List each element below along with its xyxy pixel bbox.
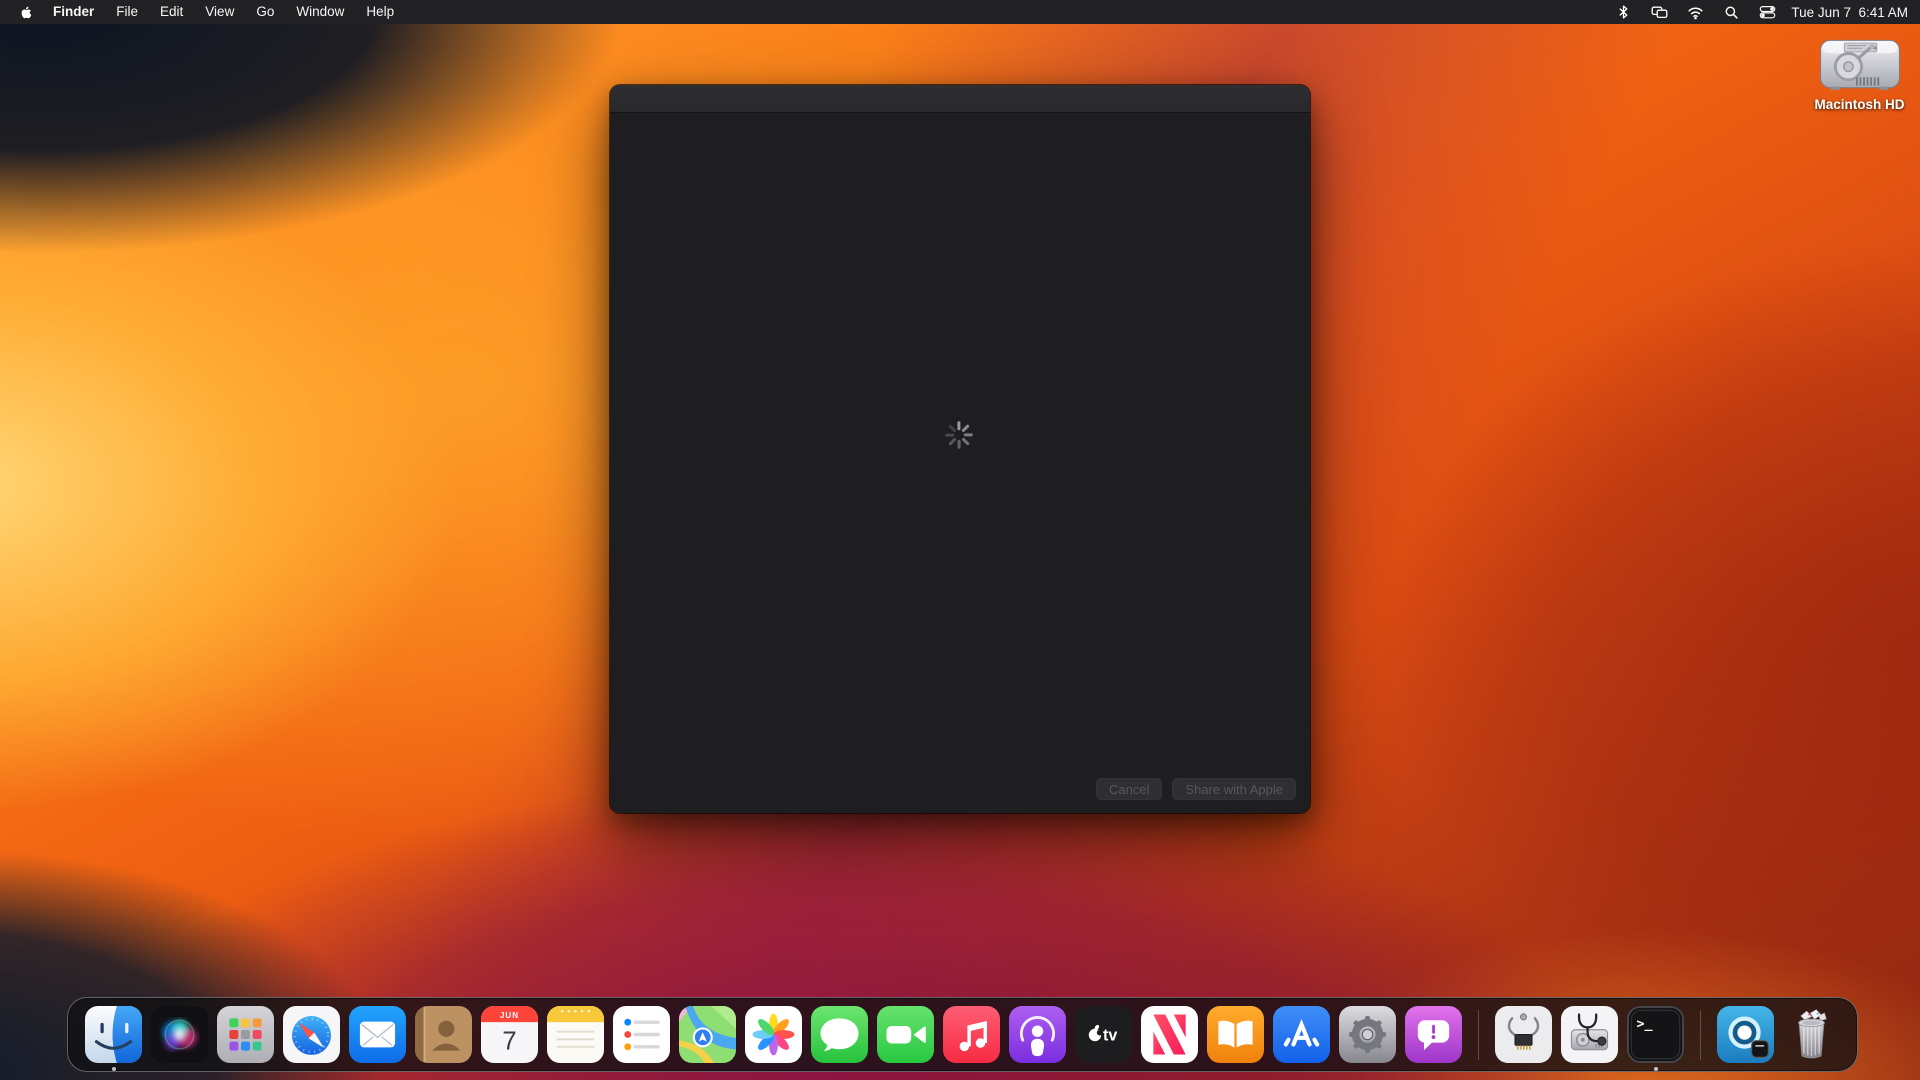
dock-icon-photos[interactable] <box>745 1006 802 1063</box>
dock-icon-notes[interactable] <box>547 1006 604 1063</box>
dock-icon-maps[interactable] <box>679 1006 736 1063</box>
dock-icon-system-settings[interactable] <box>1339 1006 1396 1063</box>
dock-icon-finder[interactable] <box>85 1006 142 1063</box>
tv-label: tv <box>1103 1027 1117 1045</box>
control-center-icon[interactable] <box>1749 0 1785 24</box>
menu-edit[interactable]: Edit <box>149 0 194 24</box>
dialog-titlebar[interactable] <box>610 85 1310 113</box>
dock-icon-screen-sharing[interactable] <box>1717 1006 1774 1063</box>
desktop-icon-macintosh-hd[interactable]: Macintosh HD <box>1799 33 1920 112</box>
calendar-day-label: 7 <box>502 1028 516 1056</box>
dock-icon-books[interactable] <box>1207 1006 1264 1063</box>
dock-icon-messages[interactable] <box>811 1006 868 1063</box>
share-dialog: Cancel Share with Apple <box>610 85 1310 813</box>
dock-icon-siri[interactable] <box>151 1006 208 1063</box>
menu-help[interactable]: Help <box>355 0 405 24</box>
menu-bar: Finder File Edit View Go Window Help <box>0 0 1920 24</box>
dock-separator <box>1478 1010 1479 1060</box>
dock-icon-tv[interactable]: tv <box>1075 1006 1132 1063</box>
dock: JUN 7 <box>67 997 1858 1072</box>
dock-icon-mail[interactable] <box>349 1006 406 1063</box>
dock-icon-trash[interactable] <box>1783 1006 1840 1063</box>
menu-window[interactable]: Window <box>285 0 355 24</box>
dialog-actions: Cancel Share with Apple <box>1096 778 1296 800</box>
menu-view[interactable]: View <box>194 0 245 24</box>
apple-logo-icon <box>19 4 34 21</box>
desktop: Finder File Edit View Go Window Help <box>0 0 1920 1080</box>
menu-bar-clock[interactable]: Tue Jun 7 6:41 AM <box>1785 5 1920 20</box>
search-icon[interactable] <box>1713 0 1749 24</box>
dock-icon-calendar[interactable]: JUN 7 <box>481 1006 538 1063</box>
dock-icon-system-information[interactable] <box>1495 1006 1552 1063</box>
hard-drive-icon <box>1819 33 1901 94</box>
bluetooth-icon[interactable] <box>1605 0 1641 24</box>
dock-icon-app-store[interactable] <box>1273 1006 1330 1063</box>
dock-icon-podcasts[interactable] <box>1009 1006 1066 1063</box>
dock-icon-reminders[interactable] <box>613 1006 670 1063</box>
desktop-icon-label: Macintosh HD <box>1814 97 1904 112</box>
menu-go[interactable]: Go <box>245 0 285 24</box>
dock-separator <box>1700 1010 1701 1060</box>
menu-bar-status: Tue Jun 7 6:41 AM <box>1605 0 1920 24</box>
dock-icon-contacts[interactable] <box>415 1006 472 1063</box>
dock-icon-news[interactable] <box>1141 1006 1198 1063</box>
menu-bar-left: Finder File Edit View Go Window Help <box>0 0 405 24</box>
screen-mirroring-icon[interactable] <box>1641 0 1677 24</box>
dock-icon-feedback-assistant[interactable] <box>1405 1006 1462 1063</box>
dock-icon-music[interactable] <box>943 1006 1000 1063</box>
loading-spinner <box>946 422 972 448</box>
menu-app-name[interactable]: Finder <box>42 0 105 24</box>
cancel-button[interactable]: Cancel <box>1096 778 1162 800</box>
calendar-month-label: JUN <box>500 1011 519 1020</box>
dock-icon-facetime[interactable] <box>877 1006 934 1063</box>
dock-icon-terminal[interactable]: >_ <box>1627 1006 1684 1063</box>
wifi-icon[interactable] <box>1677 0 1713 24</box>
share-with-apple-button[interactable]: Share with Apple <box>1172 778 1296 800</box>
menu-file[interactable]: File <box>105 0 149 24</box>
dock-icon-safari[interactable] <box>283 1006 340 1063</box>
dock-icon-disk-utility[interactable] <box>1561 1006 1618 1063</box>
dock-icon-launchpad[interactable] <box>217 1006 274 1063</box>
apple-menu[interactable] <box>10 0 42 24</box>
terminal-prompt-glyph: >_ <box>1637 1017 1653 1032</box>
